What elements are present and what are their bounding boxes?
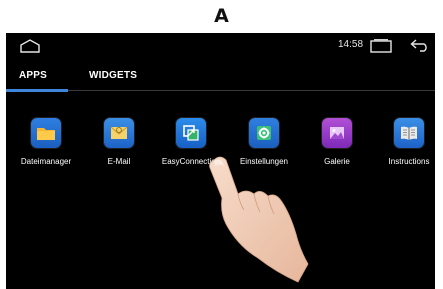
home-icon[interactable] (20, 39, 40, 53)
gear-icon (249, 118, 279, 148)
app-label: Dateimanager (20, 157, 72, 166)
tab-apps[interactable]: APPS (19, 70, 47, 81)
app-instructions[interactable]: Instructions (374, 118, 435, 166)
active-tab-indicator (6, 89, 68, 92)
tab-widgets[interactable]: WIDGETS (89, 70, 137, 81)
gallery-icon (322, 118, 352, 148)
tapping-hand-illustration (209, 156, 309, 283)
book-icon (394, 118, 424, 148)
app-dateimanager[interactable]: Dateimanager (11, 118, 81, 166)
figure-label: A (214, 5, 229, 27)
folder-icon (31, 118, 61, 148)
android-screen: 14:58 APPS WIDGETS Dateimanager E-Mail E… (6, 33, 435, 289)
app-email[interactable]: E-Mail (84, 118, 154, 166)
app-label: Instructions (388, 157, 430, 166)
status-bar: 14:58 (6, 33, 435, 57)
recent-apps-icon[interactable] (370, 39, 392, 53)
back-icon[interactable] (410, 38, 430, 52)
easyconnection-icon (176, 118, 206, 148)
mail-icon (104, 118, 134, 148)
app-label: E-Mail (107, 157, 131, 166)
status-clock: 14:58 (338, 39, 364, 50)
tab-divider (68, 90, 435, 91)
